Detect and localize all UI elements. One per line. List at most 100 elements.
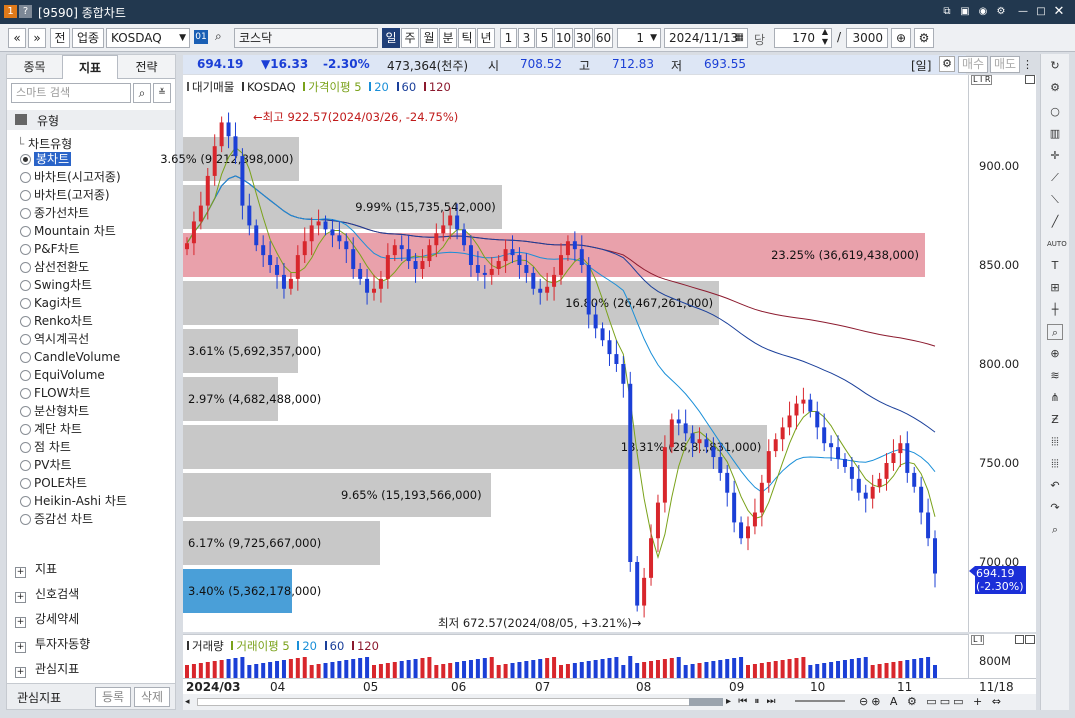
radio-icon[interactable]	[20, 298, 31, 309]
all-tool-icon[interactable]: ⊞	[1047, 280, 1063, 296]
section-indicators[interactable]: + 지표	[15, 559, 57, 579]
search-icon[interactable]: ⌕	[1047, 522, 1063, 538]
scroll-left-icon[interactable]: ◂	[185, 697, 195, 707]
radio-icon[interactable]	[20, 262, 31, 273]
interval-field[interactable]: 1 ▼	[617, 28, 661, 48]
text-tool-icon[interactable]: T	[1047, 258, 1063, 274]
chart-type-option[interactable]: 증감선 차트	[20, 511, 93, 528]
period-month[interactable]: 월	[420, 28, 438, 48]
chart-type-option[interactable]: Swing차트	[20, 277, 92, 294]
tab-stocks[interactable]: 종목	[7, 55, 62, 79]
period-minute[interactable]: 분	[439, 28, 457, 48]
chart-type-option[interactable]: Heikin-Ashi 차트	[20, 493, 127, 510]
chart-type-option[interactable]: CandleVolume	[20, 349, 120, 366]
undo-icon[interactable]: ↶	[1047, 478, 1063, 494]
chart-type-option[interactable]: PV차트	[20, 457, 72, 474]
restore-icon[interactable]: ⧉	[940, 5, 954, 19]
buy-button[interactable]: 매수	[958, 56, 988, 73]
volume-scale-label[interactable]: L I	[971, 635, 985, 645]
nav-prev-button[interactable]: «	[8, 28, 26, 48]
redo-icon[interactable]: ↷	[1047, 500, 1063, 516]
camera-icon[interactable]: ◉	[976, 5, 990, 19]
total-field[interactable]: 3000	[846, 28, 888, 48]
chart-type-option[interactable]: POLE차트	[20, 475, 87, 492]
delete-button[interactable]: 삭제	[134, 687, 170, 707]
radio-icon[interactable]	[20, 514, 31, 525]
fibonacci-icon[interactable]: ≋	[1047, 368, 1063, 384]
refresh-icon[interactable]: ↻	[1047, 58, 1063, 74]
chart-type-option[interactable]: 삼선전환도	[20, 259, 89, 276]
chart-type-option[interactable]: 점 차트	[20, 439, 71, 456]
chart-type-option[interactable]: 종가선차트	[20, 205, 89, 222]
chart-type-option[interactable]: Renko차트	[20, 313, 93, 330]
minute-3[interactable]: 3	[518, 28, 535, 48]
type-header[interactable]: 유형	[7, 110, 175, 130]
chart-type-option[interactable]: 바차트(고저종)	[20, 187, 110, 204]
zigzag-icon[interactable]: Ƶ	[1047, 412, 1063, 428]
chart-type-option[interactable]: 분산형차트	[20, 403, 89, 420]
radio-icon[interactable]	[20, 280, 31, 291]
playback-controls[interactable]: ▸ ⏮ ⏸ ⏭	[726, 696, 778, 707]
maximize-icon[interactable]: □	[1034, 5, 1048, 19]
section-favorite-indicators[interactable]: + 관심지표	[15, 659, 79, 679]
symbol-name-field[interactable]: 코스닥	[234, 28, 378, 48]
radio-icon[interactable]	[20, 388, 31, 399]
bar-chart-icon[interactable]: ▥	[1047, 126, 1063, 142]
more-icon[interactable]: ⋮	[1022, 58, 1033, 71]
crosshair-icon[interactable]: ✛	[1047, 148, 1063, 164]
category-button[interactable]: 업종	[72, 28, 104, 48]
chart-type-option[interactable]: FLOW차트	[20, 385, 91, 402]
register-button[interactable]: 등록	[95, 687, 131, 707]
period-tick[interactable]: 틱	[458, 28, 476, 48]
tab-strategy[interactable]: 전략	[118, 55, 175, 79]
spinner-icon[interactable]: ▲ ▼	[822, 27, 828, 47]
minute-5[interactable]: 5	[536, 28, 553, 48]
scale-label[interactable]: L I R	[971, 75, 993, 85]
chart-type-option[interactable]: Kagi차트	[20, 295, 82, 312]
radio-icon[interactable]	[20, 424, 31, 435]
settings-icon[interactable]: ⚙	[1047, 80, 1063, 96]
maximize-panel-icon[interactable]	[1025, 635, 1035, 644]
line-tool-icon[interactable]: ⟋	[1047, 170, 1063, 186]
collapse-icon[interactable]: ≚	[153, 83, 171, 103]
candle-icon[interactable]: ┼	[1047, 302, 1063, 318]
zoom-icon[interactable]: ⊕	[891, 28, 911, 48]
scrollbar-thumb[interactable]	[689, 698, 723, 706]
radio-icon[interactable]	[20, 496, 31, 507]
chart-type-option[interactable]: Mountain 차트	[20, 223, 116, 240]
zoom-slider[interactable]	[795, 700, 845, 702]
nav-next-button[interactable]: »	[28, 28, 46, 48]
maximize-panel-icon[interactable]	[1025, 75, 1035, 84]
zoom-tool-icon[interactable]: ⊕	[1047, 346, 1063, 362]
date-field[interactable]: 2024/11/13 ▦	[664, 28, 748, 48]
price-chart[interactable]: 대기매물 KOSDAQ 가격이평 5 20 60 120 3.65% (9,21…	[160, 75, 968, 632]
tab-indicators[interactable]: 지표	[62, 55, 118, 79]
line-icon[interactable]: ╱	[1047, 214, 1063, 230]
symbol-select[interactable]: KOSDAQ ▼	[106, 28, 190, 48]
auto-line-icon[interactable]: AUTO	[1047, 236, 1067, 252]
sell-button[interactable]: 매도	[990, 56, 1020, 73]
chart-type-option[interactable]: EquiVolume	[20, 367, 105, 384]
radio-icon[interactable]	[20, 442, 31, 453]
radio-icon[interactable]	[20, 316, 31, 327]
minute-30[interactable]: 30	[574, 28, 593, 48]
fan-icon[interactable]: ⋔	[1047, 390, 1063, 406]
radio-icon[interactable]	[20, 244, 31, 255]
help-badge[interactable]: ?	[19, 5, 32, 18]
calendar-icon[interactable]: ▦	[735, 29, 744, 47]
minimize-panel-icon[interactable]	[1015, 635, 1024, 644]
smart-search-input[interactable]: 스마트 검색	[11, 83, 131, 103]
gear-icon[interactable]: ⚙	[914, 28, 934, 48]
minute-10[interactable]: 10	[554, 28, 573, 48]
search-icon[interactable]: ⌕	[215, 29, 222, 44]
vertical-lines-icon[interactable]: ⦙⦙⦙	[1047, 434, 1063, 450]
chart-type-option[interactable]: 역시계곡선	[20, 331, 89, 348]
radio-icon[interactable]	[20, 334, 31, 345]
section-signal-search[interactable]: + 신호검색	[15, 584, 79, 604]
trend-line-icon[interactable]: ⟍	[1047, 192, 1063, 208]
search-icon[interactable]: ⌕	[133, 83, 151, 103]
radio-icon[interactable]	[20, 406, 31, 417]
volume-chart[interactable]: 거래량 거래이평 5 20 60 120	[183, 634, 968, 679]
circle-icon[interactable]: ○	[1047, 104, 1063, 120]
chart-type-option[interactable]: 바차트(시고저종)	[20, 169, 121, 186]
